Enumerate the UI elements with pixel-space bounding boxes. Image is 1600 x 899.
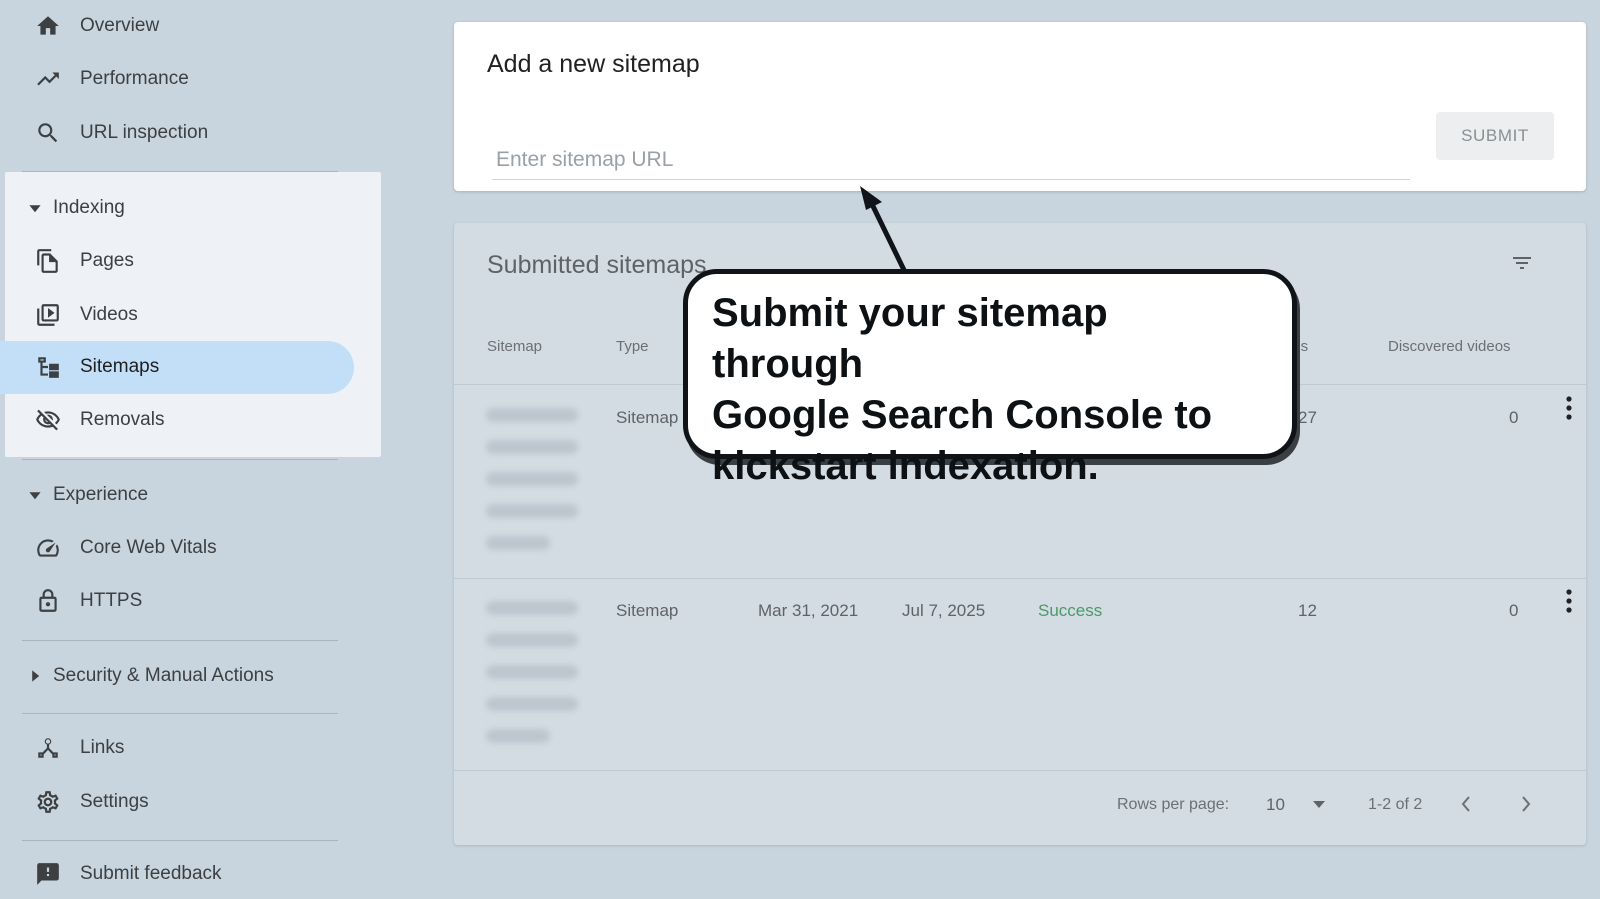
section-header-indexing[interactable]: Indexing (0, 186, 354, 230)
sidebar-item-label: Pages (80, 250, 134, 271)
dropdown-arrow-icon (1313, 801, 1325, 808)
pagination-range: 1-2 of 2 (1368, 796, 1423, 813)
video-icon (34, 301, 62, 329)
section-header-label: Indexing (53, 197, 125, 218)
sidebar-item-label: Core Web Vitals (80, 537, 217, 558)
table-cell-submitted: Mar 31, 2021 (758, 601, 859, 620)
add-sitemap-title: Add a new sitemap (487, 50, 700, 78)
eye-off-icon (34, 406, 62, 434)
sidebar-item-label: Settings (80, 791, 149, 812)
trending-up-icon (34, 65, 62, 93)
sidebar-item-url-inspection[interactable]: URL inspection (0, 107, 354, 159)
section-header-label: Security & Manual Actions (53, 665, 274, 686)
sidebar-item-links[interactable]: Links (0, 722, 354, 774)
sidebar-item-core-web-vitals[interactable]: Core Web Vitals (0, 522, 354, 574)
column-header-sitemap[interactable]: Sitemap (487, 338, 542, 355)
sidebar-item-settings[interactable]: Settings (0, 776, 354, 828)
sidebar-item-label: Overview (80, 15, 160, 36)
sidebar-divider (22, 640, 338, 641)
table-cell-videos: 0 (1509, 408, 1519, 427)
sidebar-item-label: HTTPS (80, 590, 143, 611)
sidebar-item-pages[interactable]: Pages (0, 235, 354, 287)
sidebar-item-videos[interactable]: Videos (0, 289, 354, 341)
caret-down-icon (28, 488, 42, 502)
search-icon (34, 119, 62, 147)
table-cell-type: Sitemap (616, 601, 679, 620)
chevron-left-icon[interactable] (1454, 791, 1478, 817)
rows-per-page-value: 10 (1266, 795, 1285, 814)
submit-button[interactable]: SUBMIT (1436, 112, 1554, 160)
sidebar-item-performance[interactable]: Performance (0, 53, 354, 105)
feedback-icon (34, 860, 62, 888)
callout-line: Submit your sitemap through (712, 291, 1108, 386)
section-header-experience[interactable]: Experience (0, 473, 354, 517)
sidebar-item-sitemaps[interactable]: Sitemaps (0, 341, 354, 393)
callout-line: Google Search Console to (712, 393, 1213, 437)
column-header-discovered-videos[interactable]: Discovered videos (1388, 338, 1511, 355)
section-header-security[interactable]: Security & Manual Actions (0, 654, 354, 698)
section-header-label: Experience (53, 484, 149, 505)
sidebar-item-label: Submit feedback (80, 863, 222, 884)
more-vert-icon[interactable] (1564, 588, 1574, 616)
callout-arrow (860, 186, 907, 272)
lock-icon (34, 587, 62, 615)
blurred-sitemap-url (486, 408, 578, 568)
sidebar-item-removals[interactable]: Removals (0, 394, 354, 446)
table-cell-videos: 0 (1509, 601, 1519, 620)
submitted-sitemaps-title: Submitted sitemaps (487, 251, 707, 279)
chevron-right-icon[interactable] (1514, 791, 1538, 817)
status-badge: Success (1038, 601, 1103, 620)
sidebar-item-https[interactable]: HTTPS (0, 575, 354, 627)
sitemap-url-input[interactable] (492, 140, 1410, 180)
table-cell-pages: 27 (1298, 408, 1317, 427)
row-divider (454, 770, 1586, 771)
sidebar-divider (22, 459, 338, 460)
sidebar-item-label: Videos (80, 304, 138, 325)
blurred-sitemap-url (486, 601, 578, 761)
links-icon (34, 734, 62, 762)
gear-icon (34, 788, 62, 816)
table-cell-last-read: Jul 7, 2025 (902, 601, 986, 620)
column-header-type[interactable]: Type (616, 338, 649, 355)
sidebar-item-overview[interactable]: Overview (0, 0, 354, 52)
callout-line: kickstart indexation. (712, 444, 1099, 488)
sidebar-item-label: Links (80, 737, 125, 758)
table-cell-pages: 12 (1298, 601, 1317, 620)
sidebar-item-submit-feedback[interactable]: Submit feedback (0, 848, 354, 899)
sidebar-item-label: Performance (80, 68, 189, 89)
sidebar-item-label: URL inspection (80, 122, 209, 143)
sidebar-item-label: Sitemaps (80, 356, 160, 377)
rows-per-page-label: Rows per page: (1117, 796, 1230, 813)
caret-right-icon (28, 669, 42, 683)
sitemap-icon (34, 353, 62, 381)
home-icon (34, 12, 62, 40)
sidebar-divider (22, 840, 338, 841)
speedometer-icon (34, 534, 62, 562)
table-cell-type: Sitemap (616, 408, 679, 427)
callout-box: Submit your sitemap through Google Searc… (683, 269, 1297, 488)
filter-icon[interactable] (1508, 251, 1536, 275)
more-vert-icon[interactable] (1564, 395, 1574, 423)
rows-per-page-select[interactable]: 10 (1266, 792, 1334, 818)
add-sitemap-card: Add a new sitemap SUBMIT (454, 22, 1586, 191)
row-divider (454, 578, 1586, 579)
sidebar: Overview Performance URL inspection Inde… (0, 0, 390, 899)
sidebar-divider (22, 713, 338, 714)
caret-down-icon (28, 201, 42, 215)
pages-icon (34, 247, 62, 275)
sidebar-item-label: Removals (80, 409, 165, 430)
